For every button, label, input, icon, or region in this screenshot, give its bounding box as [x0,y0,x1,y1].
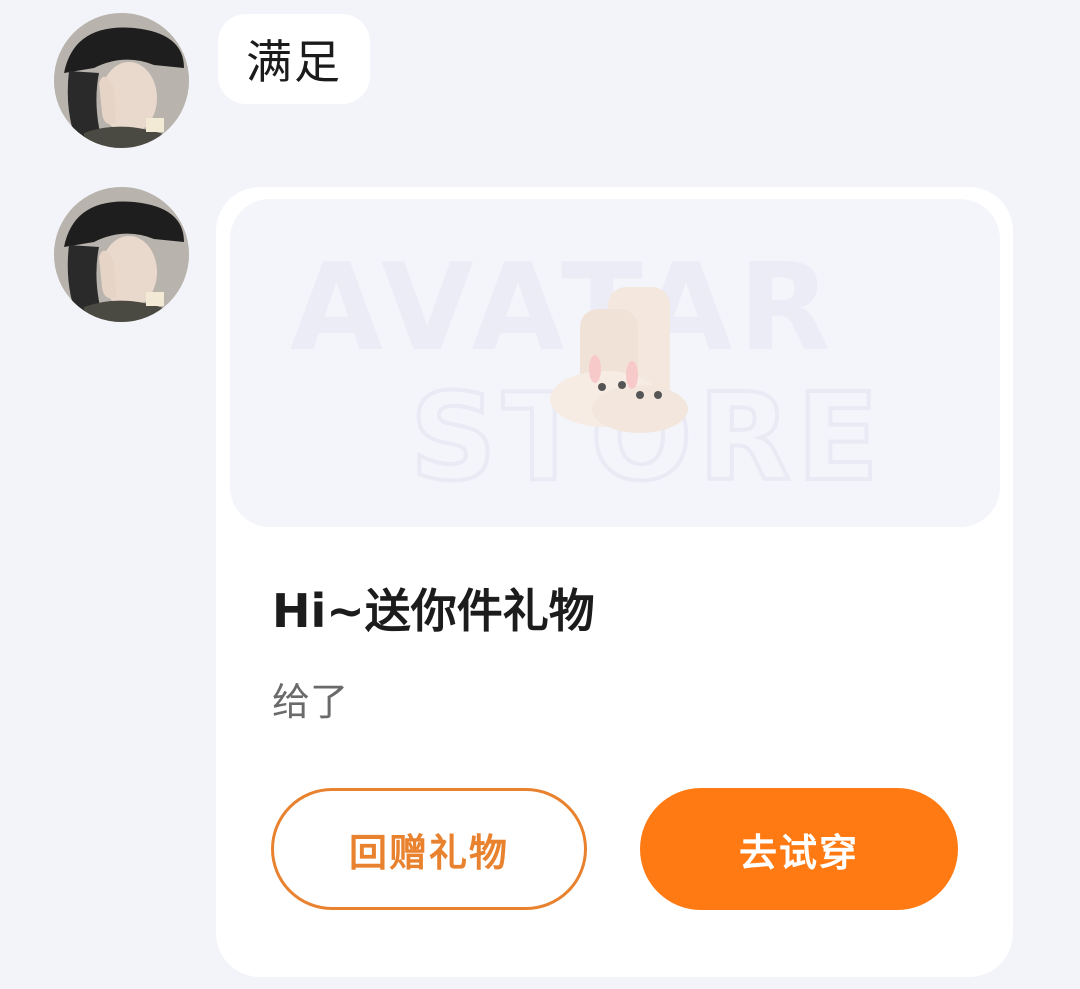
gift-banner: AVATAR STORE [230,199,1000,527]
avatar-photo [54,13,189,148]
message-bubble[interactable]: 满足 [218,14,370,104]
avatar-photo [54,187,189,322]
avatar-store-watermark: AVATAR STORE [290,239,881,510]
sender-avatar[interactable] [54,13,189,148]
return-gift-button[interactable]: 回赠礼物 [271,788,587,910]
sender-avatar[interactable] [54,187,189,322]
gift-title: Hi~送你件礼物 [272,584,595,638]
watermark-line-1: AVATAR [290,239,837,378]
message-text: 满足 [246,35,342,89]
gift-card[interactable]: AVATAR STORE Hi~送你件礼物 给了 回赠礼物 去试穿 [216,187,1013,977]
gift-message: 给了 [272,680,349,724]
try-on-button[interactable]: 去试穿 [640,788,958,910]
